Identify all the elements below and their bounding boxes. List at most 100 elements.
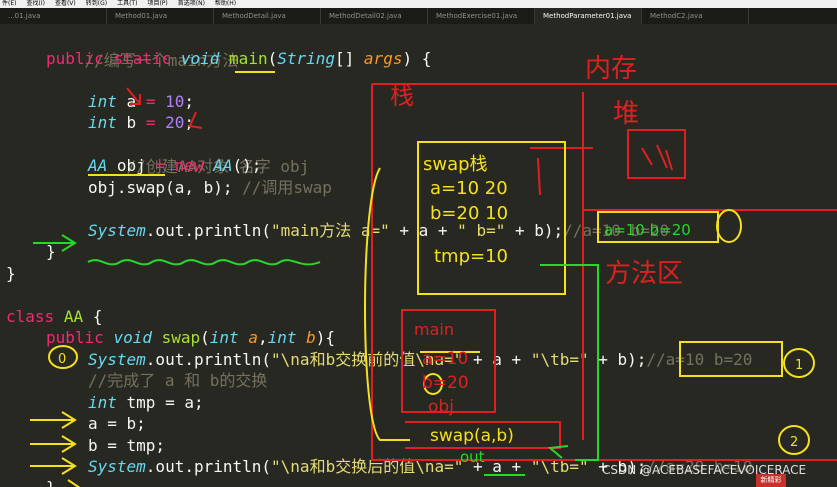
code-text: .out.println( — [145, 350, 272, 369]
keyword: public — [46, 49, 104, 68]
code-line: } — [6, 263, 16, 285]
punct: ( — [267, 49, 278, 68]
code-line: //完成了 a 和 b的交换 — [88, 370, 267, 392]
tab-method01[interactable]: Method01.java — [107, 8, 214, 24]
keyword: class — [6, 307, 55, 326]
comment: //调用swap — [242, 178, 332, 197]
menu-item-preferences[interactable]: 首选项(N) — [178, 0, 205, 8]
operator: = — [136, 113, 166, 132]
code-line: System.out.println("\na和b交换前的值\na=" + a … — [88, 349, 752, 371]
tab-methodexercise01[interactable]: MethodExercise01.java — [428, 8, 535, 24]
operator: = — [145, 156, 175, 175]
type: int — [88, 393, 117, 412]
type: System — [88, 457, 146, 476]
tab-methodc2[interactable]: MethodC2.java — [642, 8, 749, 24]
punct: (); — [232, 156, 262, 175]
menu-item-tools[interactable]: 工具(T) — [117, 0, 137, 8]
comment: //a=10 b=20 — [646, 350, 753, 369]
punct: [] — [335, 49, 364, 68]
punct: , — [257, 328, 268, 347]
menu-item-find[interactable]: 查找(I) — [26, 0, 44, 8]
code-text: .out.println( — [145, 221, 272, 240]
tab-bar: ...01.java Method01.java MethodDetail.ja… — [0, 8, 837, 24]
param: a — [248, 328, 258, 347]
code-text: obj.swap(a, b); — [88, 178, 243, 197]
brace: } — [6, 264, 16, 283]
type: int — [88, 92, 117, 111]
method-name: main — [229, 49, 268, 68]
brace: } — [46, 242, 56, 261]
code-text: b = tmp; — [88, 436, 166, 455]
punct: { — [83, 307, 103, 326]
string: "\tb=" — [530, 350, 589, 369]
keyword: public — [46, 328, 104, 347]
code-line: class AA { — [6, 306, 102, 328]
class-name: AA — [63, 307, 84, 326]
type: System — [88, 221, 146, 240]
type: System — [88, 350, 146, 369]
string: " b=" — [457, 221, 506, 240]
code-text: + a + — [389, 221, 458, 240]
punct: ) { — [402, 49, 432, 68]
method-name: swap — [161, 328, 201, 347]
code-line: b = tmp; — [88, 435, 165, 457]
operator: = — [136, 92, 166, 111]
menu-item-help[interactable]: 帮助(H) — [215, 0, 236, 8]
tab-methodparameter01[interactable]: MethodParameter01.java — [535, 8, 642, 24]
menu-item-goto[interactable]: 转到(G) — [86, 0, 107, 8]
menu-item-edit[interactable]: 件(E) — [2, 0, 16, 8]
comment: //完成了 a 和 b的交换 — [88, 371, 268, 390]
type: AA — [213, 156, 233, 175]
type: AA — [88, 156, 108, 175]
code-text: .out.println( — [145, 457, 272, 476]
code-line: a = b; — [88, 413, 146, 435]
code-text: + a + — [463, 457, 531, 476]
number: 10 — [165, 92, 185, 111]
code-line: public void swap(int a,int b){ — [46, 327, 335, 349]
brace: } — [46, 478, 56, 487]
tab-empty[interactable] — [749, 8, 837, 24]
variable: obj — [116, 156, 146, 175]
corner-badge: 新精彩 — [756, 474, 786, 487]
number: 20 — [165, 113, 185, 132]
code-line: int tmp = a; — [88, 392, 204, 414]
code-text: + b); — [505, 221, 564, 240]
variable: b — [126, 113, 137, 132]
code-line: int b = 20; — [88, 112, 194, 134]
code-line: obj.swap(a, b); //调用swap — [88, 177, 332, 199]
type: int — [267, 328, 297, 347]
variable: a — [126, 92, 137, 111]
code-line: AA obj = new AA(); — [88, 155, 261, 177]
type: int — [88, 113, 117, 132]
code-editor[interactable]: //编写一个main方法 public static void main(Str… — [0, 24, 837, 487]
tab-file[interactable]: ...01.java — [0, 8, 107, 24]
type: String — [277, 49, 336, 68]
comment: //a=10 b=20 — [563, 221, 670, 240]
punct: ; — [184, 113, 194, 132]
string: "\na和b交换前的值\na=" — [271, 350, 464, 369]
menu-bar: 件(E) 查找(I) 查看(V) 转到(G) 工具(T) 项目(P) 首选项(N… — [0, 0, 837, 8]
string: "\tb=" — [530, 457, 589, 476]
keyword: void — [113, 328, 152, 347]
punct: ; — [184, 92, 194, 111]
code-line: } — [46, 241, 56, 263]
code-line: int a = 10; — [88, 91, 194, 113]
menu-item-view[interactable]: 查看(V) — [55, 0, 76, 8]
menu-item-project[interactable]: 项目(P) — [147, 0, 167, 8]
param: b — [306, 328, 316, 347]
punct: ){ — [315, 328, 336, 347]
code-line: //编写一个main方法 — [46, 28, 239, 70]
keyword: void — [180, 49, 220, 68]
param: args — [363, 49, 403, 68]
code-text: + b); — [588, 350, 647, 369]
punct: ( — [200, 328, 210, 347]
tab-methoddetail02[interactable]: MethodDetail02.java — [321, 8, 428, 24]
tab-methoddetail[interactable]: MethodDetail.java — [214, 8, 321, 24]
code-line: public static void main(String[] args) { — [46, 48, 431, 70]
keyword: static — [113, 49, 172, 68]
keyword: new — [174, 156, 204, 175]
code-text: + a + — [463, 350, 531, 369]
code-line: } — [46, 477, 56, 487]
code-line: System.out.println("main方法 a=" + a + " b… — [88, 220, 669, 242]
code-line: //创建AA对象 名字 obj — [88, 134, 310, 176]
